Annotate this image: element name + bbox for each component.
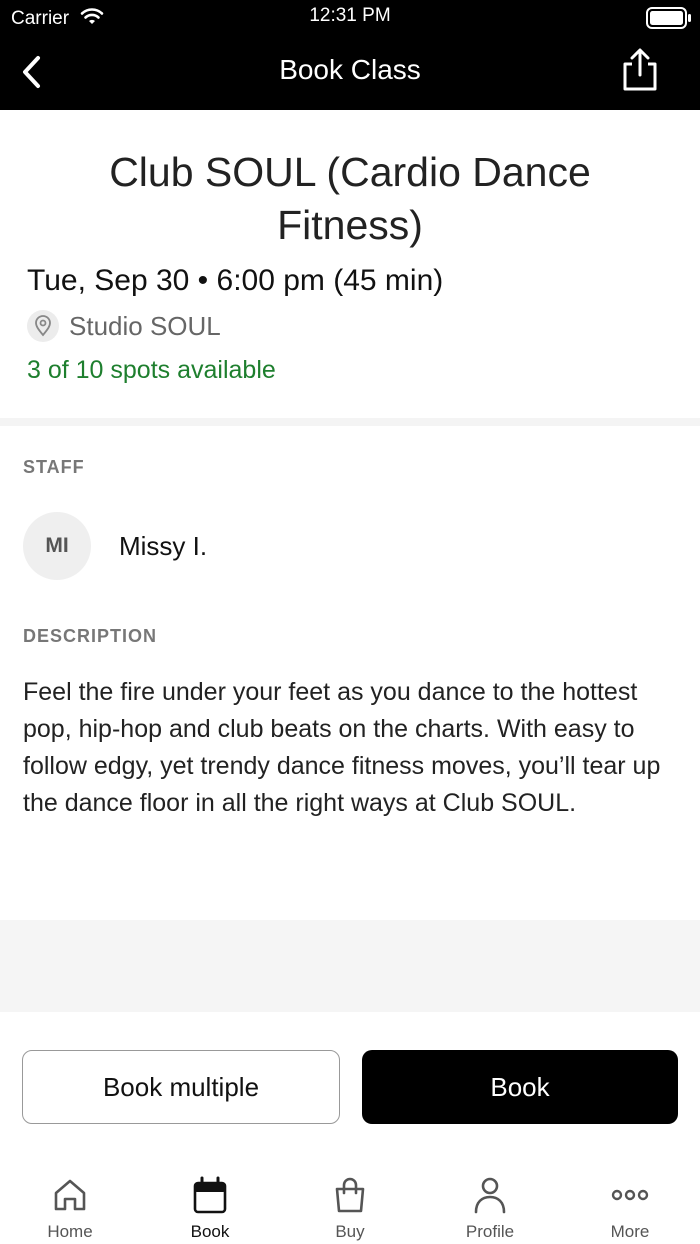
tab-book-label: Book: [190, 1222, 230, 1241]
share-button[interactable]: [620, 48, 660, 92]
status-bar: Carrier 12:31 PM: [0, 0, 700, 34]
staff-avatar: MI: [23, 512, 91, 580]
class-title: Club SOUL (Cardio Dance Fitness): [109, 149, 591, 248]
tab-more-label: More: [610, 1222, 650, 1241]
battery-icon: [646, 7, 692, 35]
class-datetime: Tue, Sep 30 • 6:00 pm (45 min): [27, 264, 444, 297]
staff-row[interactable]: MI Missy I.: [23, 512, 207, 580]
tab-home[interactable]: Home: [0, 1162, 140, 1244]
tab-profile[interactable]: Profile: [420, 1162, 560, 1244]
description-section-label: DESCRIPTION: [23, 626, 158, 646]
tab-profile-label: Profile: [465, 1222, 515, 1241]
location-pin-icon: [27, 310, 59, 342]
section-divider: [0, 418, 700, 426]
spots-available: 3 of 10 spots available: [27, 356, 276, 384]
footer-spacer: [0, 920, 700, 1012]
class-description: Feel the fire under your feet as you dan…: [23, 678, 661, 817]
tab-more[interactable]: More: [560, 1162, 700, 1244]
tab-buy[interactable]: Buy: [280, 1162, 420, 1244]
tab-buy-label: Buy: [335, 1222, 365, 1241]
shopping-bag-icon: [332, 1172, 368, 1218]
person-icon: [472, 1172, 508, 1218]
share-icon: [623, 48, 657, 91]
calendar-icon: [192, 1172, 228, 1218]
class-location: Studio SOUL: [27, 310, 221, 342]
tab-home-label: Home: [47, 1222, 93, 1241]
home-icon: [52, 1172, 88, 1218]
book-multiple-button[interactable]: Book multiple: [22, 1050, 340, 1124]
location-label: Studio SOUL: [69, 310, 221, 341]
page-title: Book Class: [279, 54, 421, 85]
staff-name: Missy I.: [119, 530, 208, 561]
staff-section-label: STAFF: [23, 457, 85, 477]
class-header: Club SOUL (Cardio Dance Fitness) Tue, Se…: [0, 110, 700, 418]
more-dots-icon: [610, 1172, 650, 1218]
book-button[interactable]: Book: [362, 1050, 678, 1124]
nav-bar: Book Class: [0, 34, 700, 110]
tab-bar: Home Book Buy Profile More: [0, 1162, 700, 1244]
tab-book[interactable]: Book: [140, 1162, 280, 1244]
status-time: 12:31 PM: [309, 5, 391, 26]
